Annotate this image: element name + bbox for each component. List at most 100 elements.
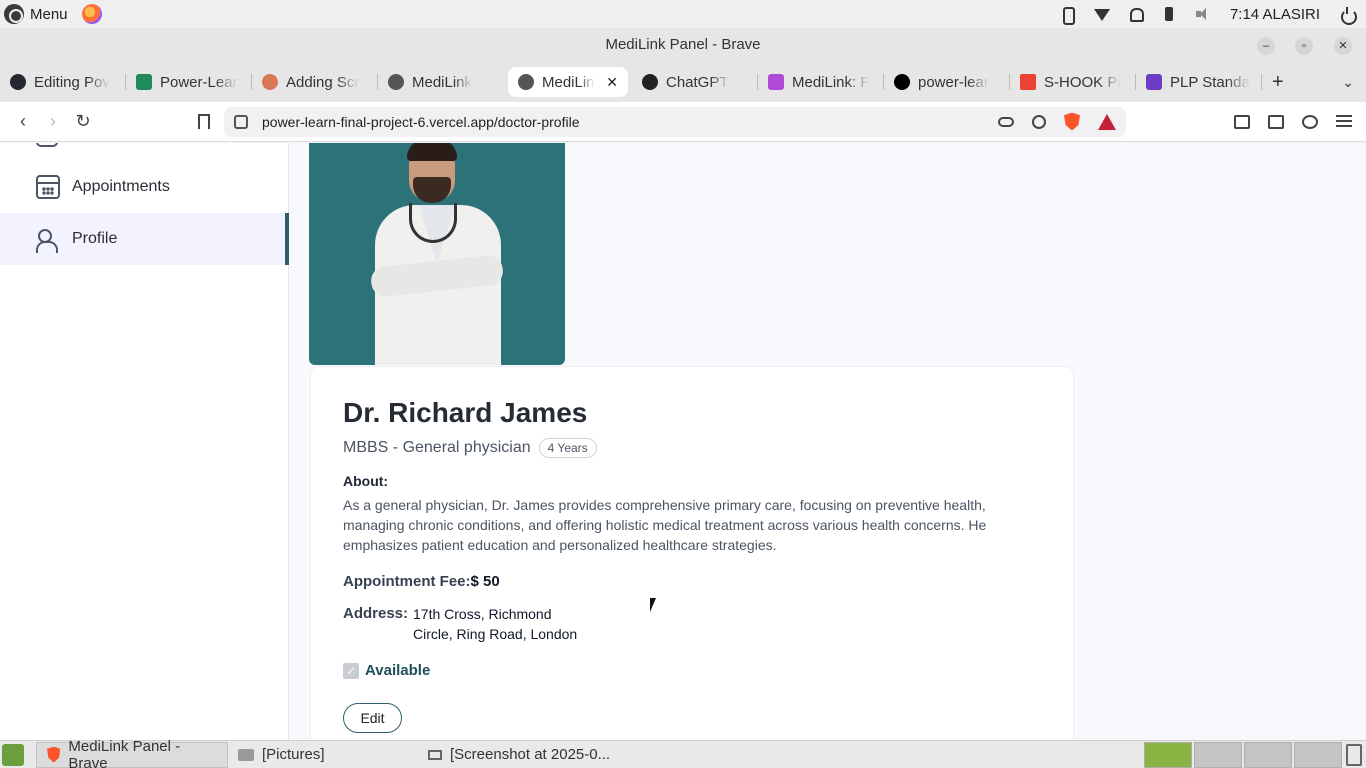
tab-chatgpt[interactable]: ChatGPT	[632, 67, 758, 97]
about-label: About:	[343, 473, 389, 489]
volume-muted-icon[interactable]	[1195, 7, 1210, 21]
globe-icon	[388, 74, 404, 90]
forward-button[interactable]: ›	[38, 111, 68, 132]
tab-label: MediLin	[542, 73, 595, 91]
back-button[interactable]: ‹	[8, 111, 38, 132]
tab-label: Adding Scr	[286, 73, 360, 91]
sidebar-item-label: Profile	[72, 230, 118, 247]
sidebar-item-label: Appointments	[72, 178, 170, 195]
about-text: As a general physician, Dr. James provid…	[343, 497, 987, 553]
start-menu-icon[interactable]	[2, 743, 24, 766]
system-clock[interactable]: 7:14 ALASIRI	[1230, 6, 1320, 23]
tab-label: Editing Pov	[34, 73, 110, 91]
tab-label: power-lear	[918, 73, 989, 91]
address-bar[interactable]: power-learn-final-project-6.vercel.app/d…	[224, 106, 1126, 137]
edit-button[interactable]: Edit	[343, 703, 402, 733]
doctor-photo	[309, 143, 565, 365]
workspace-3[interactable]	[1244, 741, 1292, 768]
share-icon[interactable]	[1032, 114, 1046, 129]
address-line-2: Circle, Ring Road, London	[413, 626, 578, 642]
tab-plp[interactable]: PLP Standa	[1136, 67, 1262, 97]
taskbar-item-label: [Screenshot at 2025-0...	[450, 746, 611, 763]
minimize-button[interactable]: –	[1257, 37, 1275, 55]
doctor-speciality-row: MBBS - General physician 4 Years	[343, 438, 597, 458]
battery-icon[interactable]	[1162, 7, 1176, 21]
tab-vercel[interactable]: power-lear	[884, 67, 1010, 97]
sidebar-item-appointments[interactable]: Appointments	[0, 161, 289, 213]
doctor-speciality: MBBS - General physician	[343, 439, 531, 456]
tab-label: MediLink: F	[792, 73, 870, 91]
tab-label: Power-Lear	[160, 73, 238, 91]
availability-row[interactable]: ✓ Available	[343, 662, 430, 679]
menu-icon[interactable]	[1336, 114, 1352, 127]
workspace-2[interactable]	[1194, 741, 1242, 768]
tab-bar: Editing Pov Power-Lear Adding Scr MediLi…	[0, 62, 1366, 102]
tab-medilink-active[interactable]: MediLin ✕	[508, 67, 628, 97]
taskbar-item-label: MediLink Panel - Brave	[68, 737, 181, 768]
page-content: Appointments Profile Dr. Richard James M…	[0, 143, 1366, 740]
gmail-icon	[1020, 74, 1036, 90]
close-tab-icon[interactable]: ✕	[606, 74, 618, 91]
profile-card: Dr. Richard James MBBS - General physici…	[310, 366, 1074, 740]
tab-editing[interactable]: Editing Pov	[0, 67, 126, 97]
workspace-1[interactable]	[1144, 741, 1192, 768]
notifications-icon[interactable]	[1128, 7, 1144, 22]
new-tab-button[interactable]: +	[1272, 71, 1284, 94]
chatgpt-icon	[642, 74, 658, 90]
url-text[interactable]: power-learn-final-project-6.vercel.app/d…	[262, 114, 579, 130]
reload-button[interactable]: ↻	[68, 111, 98, 132]
available-checkbox[interactable]: ✓	[343, 662, 359, 679]
folder-icon	[238, 748, 254, 761]
taskbar-item-label: [Pictures]	[262, 746, 325, 763]
taskbar-item-brave[interactable]: MediLink Panel - Brave	[36, 738, 228, 768]
mouse-cursor	[650, 598, 662, 612]
taskbar-item-pictures[interactable]: [Pictures]	[228, 742, 418, 768]
taskbar-item-screenshot[interactable]: [Screenshot at 2025-0...	[418, 742, 620, 768]
claude-icon	[262, 74, 278, 90]
bluetooth-icon[interactable]	[1060, 7, 1075, 25]
power-icon[interactable]	[1340, 7, 1357, 25]
system-menu-button[interactable]: Menu	[0, 4, 102, 24]
fee-label: Appointment Fee:	[343, 573, 471, 590]
window-title-bar: MediLink Panel - Brave – ▫ ✕	[0, 28, 1366, 62]
tab-gmail[interactable]: S-HOOK Pi	[1010, 67, 1136, 97]
tab-power-learn[interactable]: Power-Lear	[126, 67, 252, 97]
menu-logo-icon	[4, 4, 24, 24]
leo-ai-icon[interactable]	[1302, 114, 1318, 129]
system-top-bar: Menu 7:14 ALASIRI	[0, 0, 1366, 28]
tab-label: MediLink	[412, 73, 473, 91]
globe-icon	[518, 74, 534, 90]
trash-icon[interactable]	[1346, 743, 1362, 766]
brave-shields-icon[interactable]	[1064, 112, 1080, 131]
brave-rewards-icon[interactable]	[1098, 113, 1116, 130]
vercel-icon	[894, 74, 910, 90]
site-settings-icon[interactable]	[234, 114, 248, 129]
firefox-icon[interactable]	[81, 4, 102, 24]
power-learn-icon	[136, 74, 152, 90]
address-line-1: 17th Cross, Richmond	[413, 606, 552, 622]
maximize-button[interactable]: ▫	[1295, 37, 1313, 55]
password-key-icon[interactable]	[998, 116, 1014, 127]
window-title: MediLink Panel - Brave	[605, 36, 761, 53]
bookmark-icon[interactable]	[198, 114, 210, 129]
tab-label: S-HOOK Pi	[1044, 73, 1121, 91]
tab-adding-screens[interactable]: Adding Scr	[252, 67, 378, 97]
wifi-icon[interactable]	[1093, 7, 1110, 21]
people-icon	[36, 227, 60, 253]
workspace-4[interactable]	[1294, 741, 1342, 768]
fee-value: $ 50	[470, 573, 500, 590]
sidebar-item-profile[interactable]: Profile	[0, 213, 289, 265]
dashboard-icon[interactable]	[36, 143, 58, 147]
sidebar-toggle-icon[interactable]	[1234, 114, 1250, 129]
tab-medilink-f[interactable]: MediLink: F	[758, 67, 884, 97]
doctor-beard	[413, 177, 451, 203]
calendar-icon	[36, 175, 60, 199]
tab-medilink[interactable]: MediLink	[378, 67, 504, 97]
system-menu-label: Menu	[30, 5, 68, 23]
close-window-button[interactable]: ✕	[1334, 37, 1352, 55]
tab-list-chevron-icon[interactable]: ⌄	[1342, 74, 1354, 91]
github-icon	[10, 74, 26, 90]
experience-badge: 4 Years	[538, 438, 597, 458]
address-label: Address:	[343, 605, 409, 622]
wallet-icon[interactable]	[1268, 114, 1284, 129]
